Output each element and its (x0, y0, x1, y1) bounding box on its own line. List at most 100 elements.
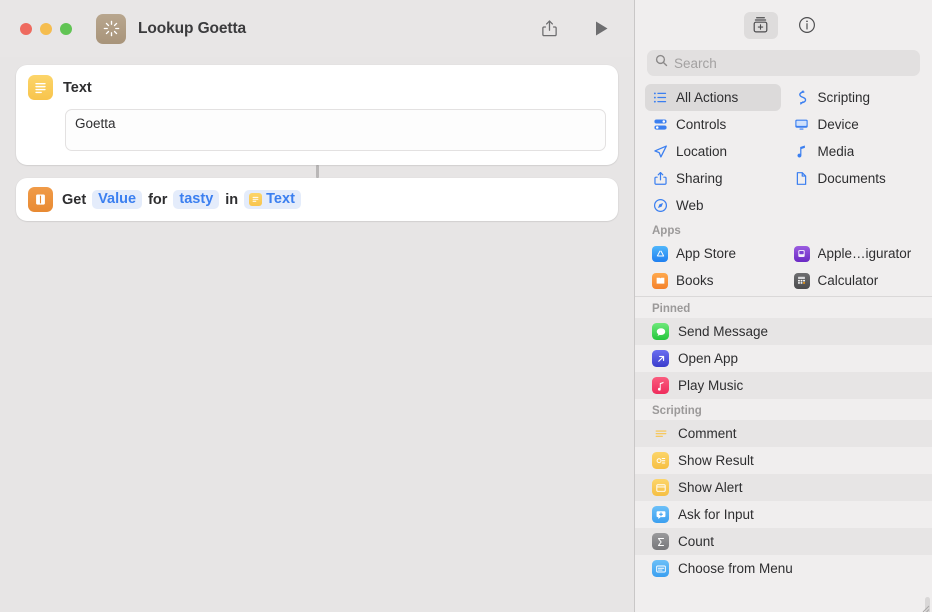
library-item-choose-from-menu[interactable]: Choose from Menu (635, 555, 932, 582)
category-label: Media (817, 144, 855, 159)
library-item-label: Count (678, 534, 715, 549)
category-label: Controls (676, 117, 727, 132)
list-bullet-icon (652, 90, 668, 106)
category-label: Sharing (676, 171, 723, 186)
library-item-ask-for-input[interactable]: Ask for Input (635, 501, 932, 528)
category-web[interactable]: Web (645, 192, 781, 219)
category-controls[interactable]: Controls (645, 111, 781, 138)
category-grid: All Actions Scripting Controls Device Lo… (635, 76, 932, 219)
window-titlebar: Lookup Goetta (0, 0, 634, 57)
music-note-icon (652, 377, 669, 394)
search-input[interactable]: Search (647, 50, 920, 76)
library-item-label: Comment (678, 426, 737, 441)
library-item-label: Show Alert (678, 480, 743, 495)
sliders-icon (652, 117, 668, 133)
action-canvas[interactable]: Text Goetta Get Value for tasty in Text (0, 57, 634, 612)
variable-token-label: Text (266, 191, 295, 207)
shortcut-title[interactable]: Lookup Goetta (138, 20, 246, 38)
text-lines-icon (28, 75, 53, 100)
library-item-send-message[interactable]: Send Message (635, 318, 932, 345)
category-label: Web (676, 198, 704, 213)
text-lines-icon (249, 192, 263, 206)
app-item-books[interactable]: Books (645, 267, 781, 294)
action-library-icon[interactable] (743, 11, 778, 39)
library-item-play-music[interactable]: Play Music (635, 372, 932, 399)
action-title: Text (63, 79, 92, 96)
display-icon (794, 117, 810, 133)
books-icon (652, 272, 668, 289)
app-label: Books (676, 273, 714, 288)
app-label: Calculator (817, 273, 879, 288)
key-parameter[interactable]: tasty (173, 190, 220, 209)
library-item-label: Open App (678, 351, 739, 366)
sigma-count-icon (652, 533, 669, 550)
action-header: Text (28, 75, 606, 100)
share-button[interactable] (534, 15, 564, 43)
action-card-get-value[interactable]: Get Value for tasty in Text (16, 178, 618, 221)
run-button[interactable] (586, 15, 616, 43)
comment-lines-icon (652, 425, 669, 442)
search-icon (655, 54, 668, 72)
resize-grip[interactable] (920, 600, 930, 612)
dictionary-book-icon (28, 187, 53, 212)
library-item-open-app[interactable]: Open App (635, 345, 932, 372)
app-item-calculator[interactable]: Calculator (787, 267, 923, 294)
choose-menu-icon (652, 560, 669, 577)
value-parameter[interactable]: Value (92, 190, 143, 209)
for-keyword: for (148, 191, 168, 208)
close-button[interactable] (20, 22, 32, 35)
action-library-sidebar: Search All Actions Scripting Controls De… (635, 0, 932, 612)
messages-bubble-icon (652, 323, 669, 340)
shortcuts-window: Lookup Goetta Text Goetta Get Value for … (0, 0, 932, 612)
library-item-show-result[interactable]: Show Result (635, 447, 932, 474)
app-label: Apple…igurator (817, 246, 912, 261)
search-placeholder: Search (674, 55, 717, 71)
action-connector (16, 165, 618, 178)
app-item-apple-configurator[interactable]: Apple…igurator (787, 240, 923, 267)
zoom-button[interactable] (60, 22, 72, 35)
library-item-label: Show Result (678, 453, 754, 468)
library-item-label: Ask for Input (678, 507, 754, 522)
minimize-button[interactable] (40, 22, 52, 35)
category-scripting[interactable]: Scripting (787, 84, 923, 111)
sidebar-toolbar (635, 0, 932, 50)
category-media[interactable]: Media (787, 138, 923, 165)
category-location[interactable]: Location (645, 138, 781, 165)
paperplane-icon (652, 144, 668, 160)
sparkle-wand-icon (96, 13, 126, 44)
category-label: All Actions (676, 90, 739, 105)
in-keyword: in (225, 191, 239, 208)
app-item-app-store[interactable]: App Store (645, 240, 781, 267)
arrow-up-right-icon (652, 350, 669, 367)
show-alert-icon (652, 479, 669, 496)
info-circle-icon[interactable] (790, 12, 824, 39)
editor-pane: Lookup Goetta Text Goetta Get Value for … (0, 0, 635, 612)
category-label: Location (676, 144, 728, 159)
category-all-actions[interactable]: All Actions (645, 84, 781, 111)
app-store-icon (652, 245, 668, 262)
search-container: Search (635, 50, 932, 76)
scripting-icon (794, 90, 810, 106)
category-documents[interactable]: Documents (787, 165, 923, 192)
pinned-section-header: Pinned (652, 303, 691, 315)
category-sharing[interactable]: Sharing (645, 165, 781, 192)
action-card-text[interactable]: Text Goetta (16, 65, 618, 165)
apple-configurator-icon (793, 245, 810, 262)
music-note-icon (794, 144, 810, 160)
category-label: Device (817, 117, 859, 132)
library-list[interactable]: Pinned Send Message Open App Play Music … (635, 297, 932, 612)
get-action-phrase: Get Value for tasty in Text (62, 190, 301, 209)
text-variable-token[interactable]: Text (244, 190, 301, 209)
apps-section-header: Apps (652, 225, 681, 237)
category-label: Scripting (817, 90, 871, 105)
library-item-show-alert[interactable]: Show Alert (635, 474, 932, 501)
apps-section-clipped[interactable]: App Store Apple…igurator Books Calculato… (635, 240, 932, 296)
text-input-field[interactable]: Goetta (65, 109, 606, 151)
library-item-comment[interactable]: Comment (635, 420, 932, 447)
ask-input-icon (652, 506, 669, 523)
document-icon (794, 171, 810, 187)
category-device[interactable]: Device (787, 111, 923, 138)
scripting-section-header: Scripting (652, 405, 702, 417)
traffic-lights (20, 22, 72, 35)
library-item-count[interactable]: Count (635, 528, 932, 555)
